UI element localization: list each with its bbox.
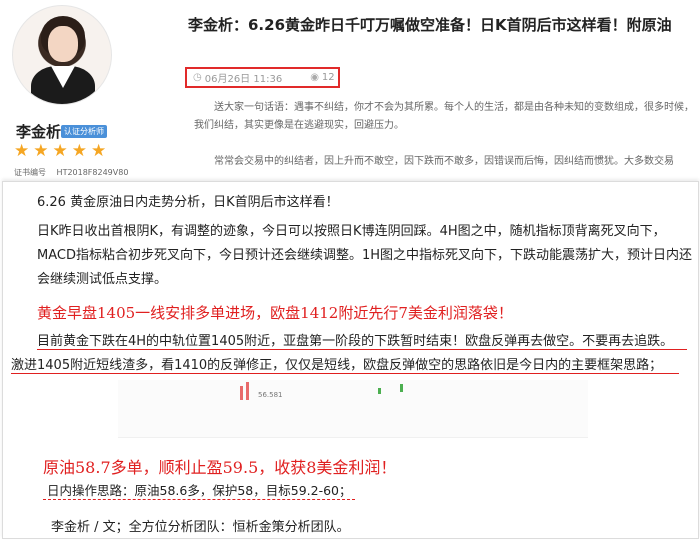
chart-price-label: 56.581	[258, 391, 283, 399]
eye-icon: ◉	[310, 72, 319, 83]
oil-result-heading: 原油58.7多单，顺利止盈59.5，收获8美金利润！	[43, 458, 397, 477]
preview-paragraph-1: 送大家一句话语：遇事不纠结，你才不会为其所累。每个人的生活，都是由各种未知的变数…	[194, 102, 694, 131]
certificate-line: 证书编号 HT2018F8249V80	[14, 167, 136, 178]
author-name[interactable]: 李金析	[16, 121, 61, 142]
star-icon: ★	[33, 141, 49, 161]
preview-paragraph-2: 常常会交易中的纠结者，因上升而不敢空，因下跌而不敢多，因错误而后悔，因纠结而惯犹…	[214, 156, 674, 167]
article-content: 6.26 黄金原油日内走势分析，日K首阴后市这样看！ 日K昨日收出首根阴K，有调…	[2, 181, 699, 539]
gold-analysis-line-1: 目前黄金下跌在4H的中轨位置1405附近，亚盘第一阶段的下跌暂时结束！欧盘反弹再…	[37, 334, 674, 349]
certified-badge: 认证分析师	[61, 125, 107, 138]
article-header-strip: 李金析 认证分析师 ★ ★ ★ ★ ★ 证书编号 HT2018F8249V80 …	[0, 0, 700, 185]
star-icon: ★	[91, 141, 107, 161]
analysis-paragraph: 日K昨日收出首根阴K，有调整的迹象，今日可以按照日K博连阴回踩。4H图之中，随机…	[11, 220, 698, 292]
chart-candle	[240, 386, 243, 400]
star-icon: ★	[71, 141, 87, 161]
author-avatar[interactable]	[12, 5, 112, 105]
avatar-face	[48, 26, 78, 62]
chart-candle	[378, 388, 381, 394]
chart-candle	[246, 382, 249, 400]
analysis-text: 日K昨日收出首根阴K，有调整的迹象，今日可以按照日K博连阴回踩。4H图之中，随机…	[37, 224, 693, 287]
gold-result-heading: 黄金早盘1405一线安排多单进场，欧盘1412附近先行7美金利润落袋！	[37, 304, 513, 322]
certificate-number: HT2018F8249V80	[56, 168, 129, 177]
clock-icon: ◷	[193, 72, 202, 83]
certificate-label: 证书编号	[14, 168, 46, 177]
red-underline-1	[37, 349, 687, 350]
red-underline-2	[11, 373, 679, 374]
article-subtitle: 6.26 黄金原油日内走势分析，日K首阴后市这样看！	[37, 195, 339, 210]
view-count: 12	[321, 72, 335, 83]
article-title: 李金析：6.26黄金昨日千叮万嘱做空准备！日K首阴后市这样看！附原油	[188, 16, 672, 34]
chart-image: 56.581	[118, 380, 588, 438]
article-meta: ◷ 06月26日 11:36 ◉ 12	[185, 67, 340, 88]
operation-plan-dash-box	[43, 499, 355, 500]
star-icon: ★	[14, 141, 30, 161]
publish-date: 06月26日 11:36	[204, 74, 283, 85]
star-icon: ★	[52, 141, 68, 161]
gold-analysis-line-2: 激进1405附近短线渣多，看1410的反弹修正，仅仅是短线，欧盘反弹做空的思路依…	[11, 358, 663, 373]
article-footer: 李金析 / 文；全方位分析团队：恒析金策分析团队。	[51, 520, 350, 535]
chart-candle	[400, 384, 403, 392]
author-rating-stars: ★ ★ ★ ★ ★	[14, 142, 106, 160]
